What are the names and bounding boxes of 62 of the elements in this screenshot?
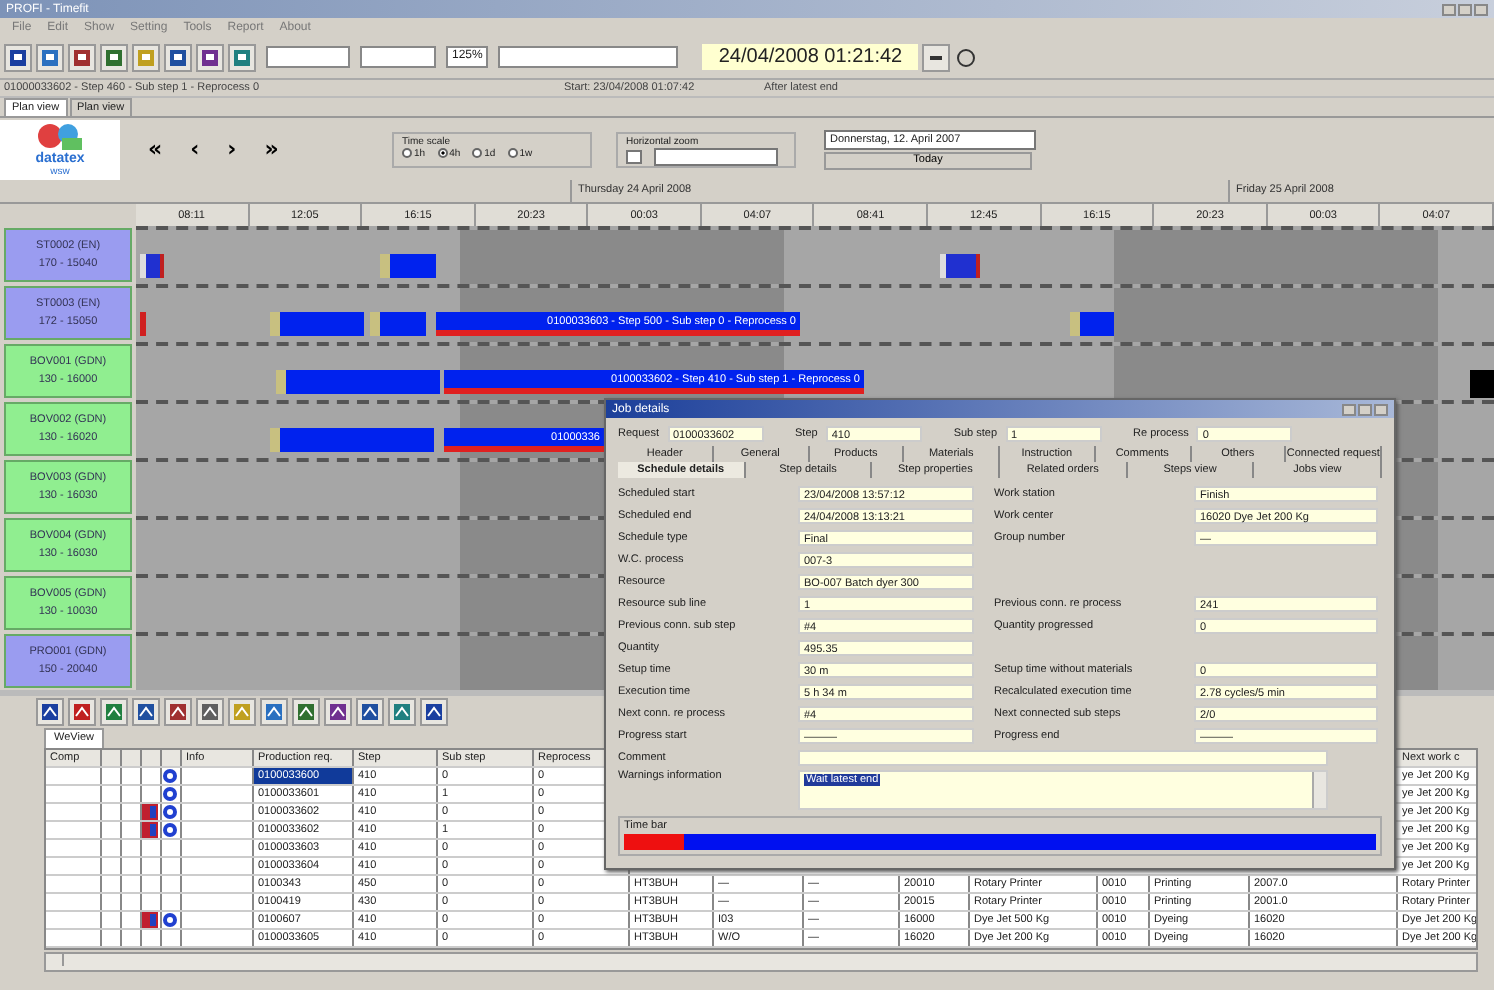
job-bar[interactable] xyxy=(270,312,364,336)
toolbar-button[interactable] xyxy=(260,698,288,726)
logo-icon xyxy=(34,120,86,152)
date-time-display: 24/04/2008 01:21:42 xyxy=(702,44,919,70)
job-bar[interactable] xyxy=(940,254,980,278)
toolbar-button[interactable] xyxy=(196,698,224,726)
tool-icon xyxy=(136,702,156,722)
tool-icon xyxy=(392,702,412,722)
toolbar-button[interactable] xyxy=(100,43,128,71)
toolbar-button[interactable] xyxy=(100,698,128,726)
tool-icon xyxy=(72,702,92,722)
comment-field[interactable] xyxy=(798,750,1328,766)
checkbox[interactable] xyxy=(626,149,642,163)
zoom-field[interactable] xyxy=(654,147,778,165)
toolbar-button[interactable] xyxy=(164,43,192,71)
toolbar-button[interactable] xyxy=(388,698,416,726)
job-bar[interactable] xyxy=(1070,312,1114,336)
toolbar-button[interactable] xyxy=(68,698,96,726)
navigation-button[interactable]: › xyxy=(227,136,237,162)
toolbar-button[interactable] xyxy=(196,43,224,71)
tool-icon xyxy=(424,702,444,722)
job-bar[interactable] xyxy=(276,370,440,394)
radio-button[interactable] xyxy=(472,148,483,158)
toolbar-button[interactable] xyxy=(228,43,256,71)
tool-icon xyxy=(360,702,380,722)
tool-icon xyxy=(200,702,220,722)
toolbar-button[interactable] xyxy=(68,43,96,71)
tool-icon xyxy=(264,702,284,722)
toolbar-button[interactable] xyxy=(292,698,320,726)
navigation-button[interactable]: « xyxy=(148,136,163,162)
tool-icon xyxy=(232,702,252,722)
toolbar-button[interactable] xyxy=(36,698,64,726)
job-bar[interactable] xyxy=(270,428,434,452)
toolbar-button[interactable] xyxy=(132,698,160,726)
scrollbar[interactable] xyxy=(1312,772,1326,808)
toolbar-button[interactable] xyxy=(164,698,192,726)
scrollbar[interactable] xyxy=(44,952,1478,972)
tool-icon xyxy=(296,702,316,722)
toolbar-button[interactable] xyxy=(356,698,384,726)
navigation-button[interactable]: ‹ xyxy=(190,136,200,162)
status-icon xyxy=(142,912,158,928)
tool-icon xyxy=(168,702,188,722)
circle-icon[interactable] xyxy=(956,47,977,67)
input-field[interactable] xyxy=(498,46,679,68)
input-field[interactable] xyxy=(360,46,436,68)
toolbar-button[interactable] xyxy=(922,43,951,71)
toolbar-button[interactable] xyxy=(420,698,448,726)
job-bar[interactable] xyxy=(370,312,426,336)
toolbar-button[interactable] xyxy=(36,43,64,71)
radio-button[interactable] xyxy=(402,148,412,158)
radio-button[interactable] xyxy=(437,148,448,158)
status-icon xyxy=(162,912,178,928)
tool-icon xyxy=(40,702,60,722)
navigation-button[interactable]: » xyxy=(264,136,279,162)
toolbar-button[interactable] xyxy=(4,43,32,71)
input-field[interactable] xyxy=(266,46,350,68)
tool-icon xyxy=(328,702,348,722)
toolbar-button[interactable] xyxy=(324,698,352,726)
job-bar[interactable] xyxy=(140,254,164,278)
tool-icon xyxy=(104,702,124,722)
job-bar[interactable] xyxy=(380,254,436,278)
radio-button[interactable] xyxy=(507,148,518,158)
